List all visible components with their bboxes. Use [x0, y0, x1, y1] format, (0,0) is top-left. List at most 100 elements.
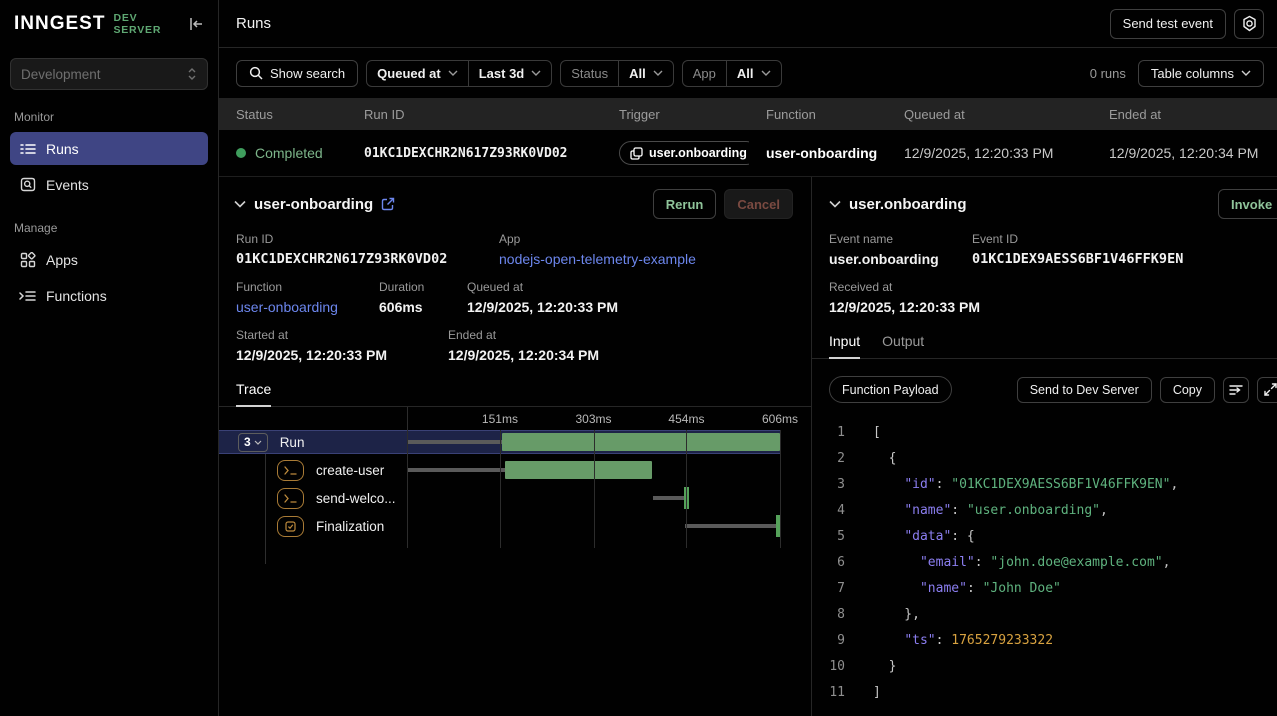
detail-run-id: 01KC1DEXCHR2N617Z93RK0VD02: [236, 251, 499, 267]
event-id-label: Event ID: [972, 232, 1183, 246]
sidebar-item-label: Events: [46, 177, 89, 193]
trace-span-bar[interactable]: [502, 433, 780, 451]
ended-at-value: 12/9/2025, 12:20:34 PM: [1092, 145, 1277, 161]
run-details-panel: user-onboarding Rerun Cancel Run ID: [219, 177, 812, 716]
app-filter-dropdown[interactable]: All: [726, 61, 781, 86]
chevron-down-icon: [1241, 70, 1251, 76]
event-name-value: user.onboarding: [829, 251, 972, 267]
gear-icon: [1241, 15, 1258, 32]
line-number: 3: [812, 477, 845, 492]
duration-label: Duration: [379, 280, 467, 294]
trace-row-send-welcome[interactable]: send-welco...: [219, 486, 811, 510]
trace-tabs: Trace: [219, 381, 811, 407]
rerun-button[interactable]: Rerun: [653, 189, 717, 219]
collapse-sidebar-icon[interactable]: [188, 17, 204, 31]
wrap-lines-button[interactable]: [1223, 377, 1249, 403]
line-number: 6: [812, 555, 845, 570]
manage-section-label: Manage: [14, 221, 204, 235]
trace-expand-badge[interactable]: 3: [238, 433, 268, 452]
terminal-icon: [277, 488, 304, 509]
payload-type-pill[interactable]: Function Payload: [829, 376, 952, 403]
trace-row-create-user[interactable]: create-user: [219, 458, 811, 482]
code-line: 2 {: [812, 445, 1277, 471]
sidebar-item-label: Functions: [46, 288, 107, 304]
trigger-pill[interactable]: user.onboarding: [619, 141, 749, 165]
event-details-panel: user.onboarding Invoke Event name user.o…: [812, 177, 1277, 716]
sidebar-item-events[interactable]: Events: [10, 168, 208, 201]
page-title: Runs: [236, 15, 271, 32]
detail-queued-value: 12/9/2025, 12:20:33 PM: [467, 299, 618, 315]
status-filter-label: Status: [561, 61, 618, 86]
workspace-select[interactable]: Development: [10, 58, 208, 90]
table-columns-dropdown[interactable]: Table columns: [1138, 60, 1264, 87]
invoke-button[interactable]: Invoke: [1218, 189, 1277, 219]
axis-gridline: [780, 430, 781, 548]
detail-queued-label: Queued at: [467, 280, 618, 294]
payload-json-editor[interactable]: 1[2 {3 "id": "01KC1DEX9AESS6BF1V46FFK9EN…: [812, 419, 1277, 705]
terminal-icon: [277, 460, 304, 481]
line-number: 9: [812, 633, 845, 648]
event-icon: [630, 147, 643, 160]
axis-tick-label: 151ms: [482, 412, 518, 426]
external-link-icon[interactable]: [381, 197, 395, 211]
collapse-event-chevron-icon[interactable]: [829, 200, 841, 208]
event-detail-title: user.onboarding: [849, 196, 967, 213]
col-header-queued-at: Queued at: [887, 107, 1092, 122]
main-content: Runs Send test event Show search: [219, 0, 1277, 716]
code-line: 10 }: [812, 653, 1277, 679]
run-detail-title: user-onboarding: [254, 196, 373, 213]
axis-gridline: [594, 430, 595, 548]
topbar: Runs Send test event: [219, 0, 1277, 48]
tab-output[interactable]: Output: [882, 333, 924, 358]
payload-toolbar: Function Payload Send to Dev Server Copy: [812, 359, 1277, 403]
line-number: 1: [812, 425, 845, 440]
line-number: 8: [812, 607, 845, 622]
collapse-run-chevron-icon[interactable]: [234, 200, 246, 208]
logo-row: INNGEST DEV SERVER: [10, 0, 208, 48]
settings-button[interactable]: [1234, 9, 1264, 39]
search-icon: [249, 66, 263, 80]
line-number: 2: [812, 451, 845, 466]
run-table-row[interactable]: Completed 01KC1DEXCHR2N617Z93RK0VD02 use…: [219, 130, 1277, 177]
trace-span-bar[interactable]: [505, 461, 651, 479]
line-number: 11: [812, 685, 845, 700]
queue-delay-line: [407, 440, 502, 444]
tab-input[interactable]: Input: [829, 333, 860, 358]
copy-button[interactable]: Copy: [1160, 377, 1215, 403]
cancel-button[interactable]: Cancel: [724, 189, 793, 219]
queued-at-dropdown[interactable]: Queued at: [367, 61, 468, 86]
status-filter-dropdown[interactable]: All: [618, 61, 673, 86]
queue-delay-line: [653, 496, 684, 500]
send-test-event-button[interactable]: Send test event: [1110, 9, 1226, 39]
sidebar-item-apps[interactable]: Apps: [10, 243, 208, 276]
axis-tick-label: 454ms: [668, 412, 704, 426]
function-link[interactable]: user-onboarding: [236, 299, 379, 315]
line-number: 7: [812, 581, 845, 596]
send-to-dev-server-button[interactable]: Send to Dev Server: [1017, 377, 1152, 403]
status-filter-group: Status All: [560, 60, 673, 87]
runs-table-header: Status Run ID Trigger Function Queued at…: [219, 98, 1277, 130]
sidebar-item-label: Apps: [46, 252, 78, 268]
app-link[interactable]: nodejs-open-telemetry-example: [499, 251, 696, 267]
run-id-value: 01KC1DEXCHR2N617Z93RK0VD02: [347, 146, 602, 161]
expand-icon: [1264, 383, 1277, 396]
col-header-run-id: Run ID: [347, 107, 602, 122]
line-number: 5: [812, 529, 845, 544]
sidebar-item-functions[interactable]: Functions: [10, 279, 208, 312]
sidebar: INNGEST DEV SERVER Development Monitor: [0, 0, 219, 716]
inngest-logo: INNGEST: [14, 13, 105, 35]
runs-count: 0 runs: [1090, 66, 1126, 81]
trace-row-finalization[interactable]: Finalization: [219, 514, 811, 538]
sidebar-item-runs[interactable]: Runs: [10, 132, 208, 165]
show-search-button[interactable]: Show search: [236, 60, 358, 87]
filter-bar: Show search Queued at Last 3d Status All: [219, 48, 1277, 98]
functions-icon: [19, 290, 36, 302]
select-chevrons-icon: [187, 67, 197, 81]
line-number: 4: [812, 503, 845, 518]
tab-trace[interactable]: Trace: [236, 381, 271, 406]
chevron-down-icon: [531, 70, 541, 76]
payload-tabs: Input Output: [812, 333, 1277, 359]
expand-payload-button[interactable]: [1257, 377, 1277, 403]
tree-indent-guide: [265, 454, 266, 564]
time-range-dropdown[interactable]: Last 3d: [468, 61, 552, 86]
